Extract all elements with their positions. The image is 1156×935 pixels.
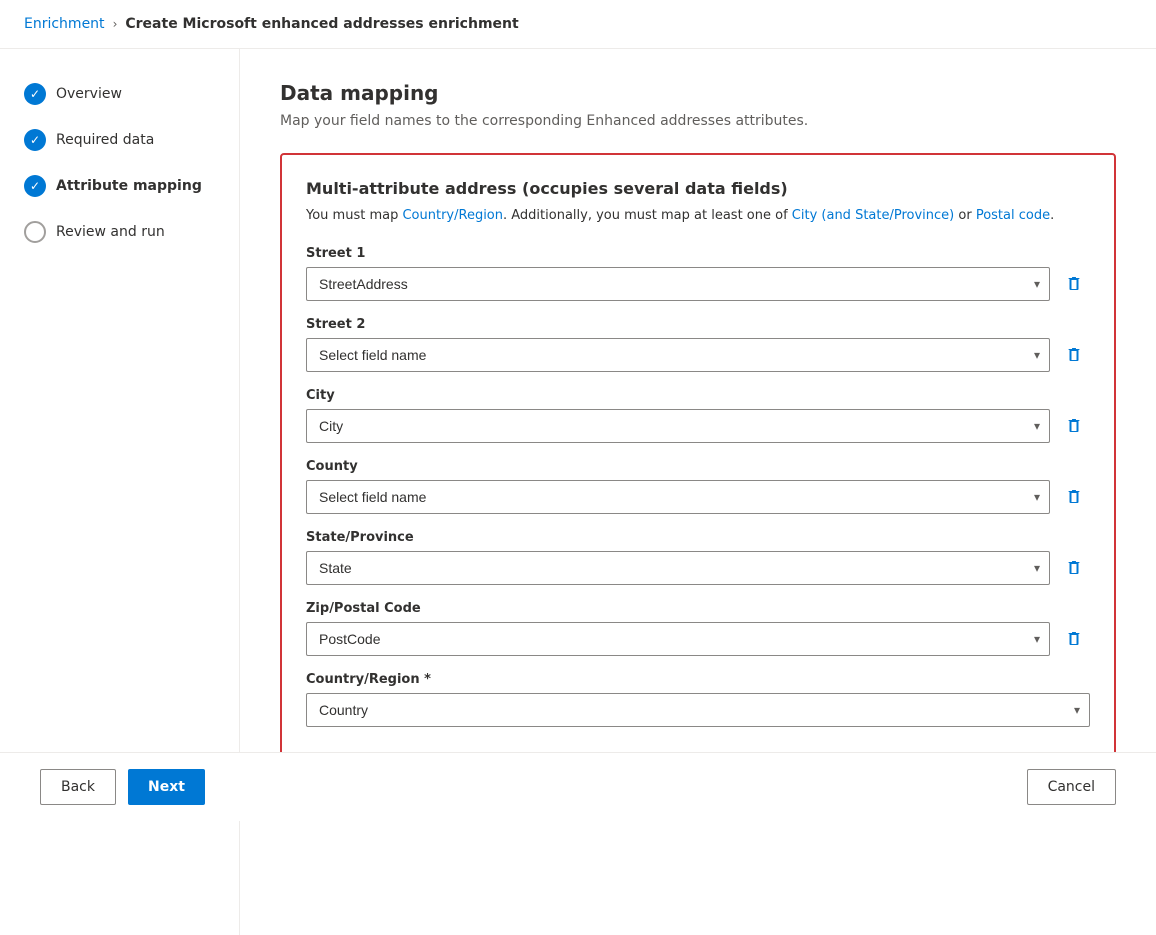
field-row-street1: StreetAddress Select field name ▾	[306, 267, 1090, 301]
field-group-city: City City Select field name ▾	[306, 388, 1090, 443]
field-group-county: County Select field name ▾	[306, 459, 1090, 514]
desc-prefix: You must map	[306, 208, 402, 223]
select-county[interactable]: Select field name	[306, 480, 1050, 514]
step-circle-overview	[24, 83, 46, 105]
sidebar-item-required-data[interactable]: Required data	[16, 119, 223, 161]
field-label-street2: Street 2	[306, 317, 1090, 332]
breadcrumb-parent[interactable]: Enrichment	[24, 16, 105, 32]
sidebar-label-review-run: Review and run	[56, 224, 165, 240]
field-row-county: Select field name ▾	[306, 480, 1090, 514]
field-label-street1: Street 1	[306, 246, 1090, 261]
field-group-street1: Street 1 StreetAddress Select field name…	[306, 246, 1090, 301]
select-country[interactable]: Country Select field name	[306, 693, 1090, 727]
delete-city-button[interactable]	[1058, 410, 1090, 442]
desc-link-postal: Postal code	[976, 208, 1050, 223]
field-row-city: City Select field name ▾	[306, 409, 1090, 443]
delete-county-button[interactable]	[1058, 481, 1090, 513]
select-wrapper-street2: Select field name ▾	[306, 338, 1050, 372]
field-group-zip: Zip/Postal Code PostCode Select field na…	[306, 601, 1090, 656]
sidebar-label-overview: Overview	[56, 86, 122, 102]
mapping-card: Multi-attribute address (occupies severa…	[280, 153, 1116, 801]
field-group-country: Country/Region * Country Select field na…	[306, 672, 1090, 727]
sidebar-label-required-data: Required data	[56, 132, 154, 148]
bottom-toolbar: Back Next Cancel	[0, 752, 1156, 821]
select-state[interactable]: State Select field name	[306, 551, 1050, 585]
select-street2[interactable]: Select field name	[306, 338, 1050, 372]
sidebar-label-attribute-mapping: Attribute mapping	[56, 178, 202, 194]
sidebar-item-overview[interactable]: Overview	[16, 73, 223, 115]
select-wrapper-county: Select field name ▾	[306, 480, 1050, 514]
breadcrumb-current: Create Microsoft enhanced addresses enri…	[125, 16, 518, 32]
sidebar-item-review-run[interactable]: Review and run	[16, 211, 223, 253]
card-title: Multi-attribute address (occupies severa…	[306, 179, 1090, 198]
desc-link-country: Country/Region	[402, 208, 503, 223]
breadcrumb: Enrichment › Create Microsoft enhanced a…	[0, 0, 1156, 49]
select-city[interactable]: City Select field name	[306, 409, 1050, 443]
field-row-zip: PostCode Select field name ▾	[306, 622, 1090, 656]
field-row-state: State Select field name ▾	[306, 551, 1090, 585]
select-wrapper-country: Country Select field name ▾	[306, 693, 1090, 727]
step-circle-required-data	[24, 129, 46, 151]
card-description: You must map Country/Region. Additionall…	[306, 206, 1090, 226]
next-button[interactable]: Next	[128, 769, 205, 805]
field-group-state: State/Province State Select field name ▾	[306, 530, 1090, 585]
field-row-street2: Select field name ▾	[306, 338, 1090, 372]
select-wrapper-zip: PostCode Select field name ▾	[306, 622, 1050, 656]
field-row-country: Country Select field name ▾	[306, 693, 1090, 727]
select-street1[interactable]: StreetAddress Select field name	[306, 267, 1050, 301]
delete-street2-button[interactable]	[1058, 339, 1090, 371]
field-label-city: City	[306, 388, 1090, 403]
field-label-zip: Zip/Postal Code	[306, 601, 1090, 616]
back-button[interactable]: Back	[40, 769, 116, 805]
select-wrapper-state: State Select field name ▾	[306, 551, 1050, 585]
sidebar-item-attribute-mapping[interactable]: Attribute mapping	[16, 165, 223, 207]
breadcrumb-separator: ›	[113, 17, 118, 31]
cancel-button[interactable]: Cancel	[1027, 769, 1116, 805]
desc-suffix: .	[1050, 208, 1054, 223]
field-label-country: Country/Region *	[306, 672, 1090, 687]
delete-state-button[interactable]	[1058, 552, 1090, 584]
field-label-state: State/Province	[306, 530, 1090, 545]
section-title: Data mapping	[280, 81, 1116, 105]
delete-zip-button[interactable]	[1058, 623, 1090, 655]
section-subtitle: Map your field names to the correspondin…	[280, 113, 1116, 129]
desc-link-city: City (and State/Province)	[792, 208, 954, 223]
select-zip[interactable]: PostCode Select field name	[306, 622, 1050, 656]
delete-street1-button[interactable]	[1058, 268, 1090, 300]
desc-mid1: . Additionally, you must map at least on…	[503, 208, 792, 223]
field-group-street2: Street 2 Select field name ▾	[306, 317, 1090, 372]
select-wrapper-street1: StreetAddress Select field name ▾	[306, 267, 1050, 301]
desc-mid2: or	[954, 208, 976, 223]
step-circle-attribute-mapping	[24, 175, 46, 197]
toolbar-left: Back Next	[40, 769, 205, 805]
step-circle-review-run	[24, 221, 46, 243]
select-wrapper-city: City Select field name ▾	[306, 409, 1050, 443]
field-label-county: County	[306, 459, 1090, 474]
